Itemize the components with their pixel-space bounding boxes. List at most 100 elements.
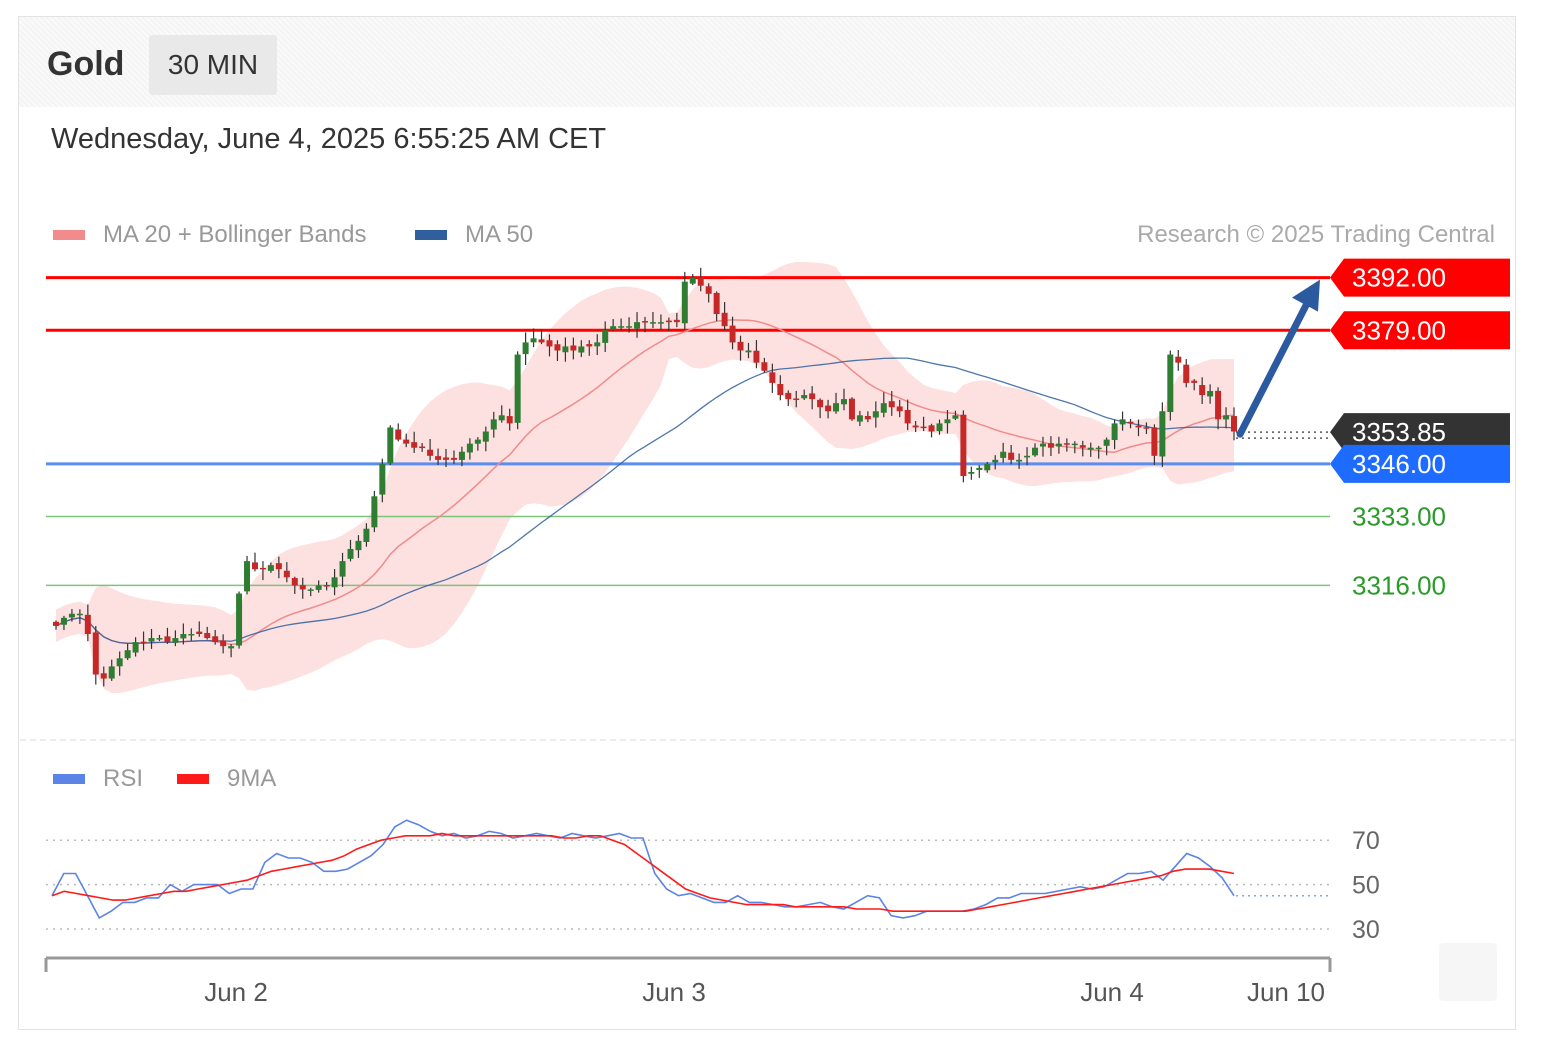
candle-body [76, 613, 83, 616]
candle-body [1231, 416, 1237, 432]
candle-body [450, 457, 457, 460]
candle-body [928, 425, 935, 432]
candle-body [642, 321, 648, 323]
candle-body [1199, 385, 1206, 396]
candle-body [1215, 390, 1222, 420]
candle-body [546, 340, 553, 347]
x-tick-label: Jun 3 [642, 977, 706, 1007]
candle-body [992, 459, 999, 463]
candle-body [347, 548, 354, 559]
candle-body [275, 563, 282, 570]
candle-body [84, 614, 91, 634]
candle-body [952, 415, 959, 419]
candle-body [1143, 427, 1150, 429]
candle-body [371, 496, 378, 528]
candle-body [506, 416, 513, 424]
candle-body [920, 426, 927, 429]
candle-body [140, 641, 147, 644]
rsi-tick-label: 70 [1352, 827, 1380, 855]
candle-body [912, 425, 919, 428]
candle-body [108, 666, 115, 679]
candle-body [538, 339, 545, 343]
candle-body [745, 350, 752, 353]
candle-body [1191, 380, 1198, 383]
candle-body [1159, 411, 1166, 457]
candle-body [267, 565, 274, 571]
rsi-series-RSI [51, 819, 1235, 920]
candle-body [626, 326, 633, 328]
candle-body [403, 439, 410, 444]
candle-body [490, 419, 497, 430]
candle-body [1207, 391, 1214, 397]
candle-body [840, 399, 847, 405]
candle-body [236, 593, 243, 646]
candle-body [379, 463, 386, 495]
candle-body [578, 346, 585, 353]
candle-body [705, 286, 712, 294]
candle-body [801, 395, 808, 399]
candle-body [124, 650, 131, 659]
candle-body [132, 642, 139, 653]
candle-body [944, 419, 951, 424]
candle-body [817, 399, 824, 408]
candle-body [228, 646, 235, 649]
candle-body [753, 350, 760, 363]
candle-body [1039, 443, 1046, 447]
rsi-tick-label: 50 [1352, 872, 1380, 900]
candle-body [1223, 415, 1230, 420]
candle-body [777, 384, 784, 396]
candle-body [148, 638, 155, 642]
candle-body [1063, 443, 1070, 445]
candle-body [443, 457, 450, 460]
candle-body [116, 658, 123, 667]
candle-body [474, 439, 481, 444]
candle-body [530, 338, 537, 343]
candle-body [936, 423, 943, 432]
candle-body [896, 406, 903, 412]
level-label-3392.00: 3392.00 [1352, 263, 1446, 293]
candle-body [586, 344, 593, 347]
candle-body [498, 415, 505, 421]
candle-body [100, 673, 107, 679]
candle-body [809, 393, 816, 400]
candle-body [665, 320, 672, 323]
candle-body [419, 446, 426, 449]
candle-body [888, 401, 895, 408]
candle-body [1103, 439, 1110, 446]
candle-body [761, 362, 768, 371]
candle-body [482, 431, 489, 442]
candle-body [1055, 443, 1062, 447]
candle-body [307, 589, 314, 591]
candle-body [618, 326, 625, 328]
candle-body [1119, 419, 1126, 425]
candle-body [53, 621, 59, 626]
candle-body [1095, 447, 1102, 450]
candle-body [251, 562, 258, 570]
price-chart: 3392.00 3379.00 3353.853346.00 3333.00 3316.… [20, 258, 1516, 1007]
candle-body [514, 354, 521, 423]
candle-body [825, 405, 832, 412]
candle-body [1135, 425, 1142, 428]
candle-body [92, 632, 99, 675]
level-label-3353.85: 3353.85 [1352, 417, 1446, 447]
candle-body [172, 638, 179, 643]
candle-body [960, 414, 967, 477]
candle-body [204, 632, 211, 639]
candle-body [68, 613, 75, 618]
candle-body [331, 577, 338, 588]
candle-body [60, 617, 67, 625]
candle-body [681, 281, 688, 324]
candle-body [1008, 452, 1015, 460]
candle-body [1167, 354, 1174, 413]
candle-body [458, 451, 465, 460]
candle-body [968, 472, 975, 474]
candle-body [785, 392, 792, 400]
candle-body [721, 312, 728, 327]
candle-body [387, 427, 394, 464]
candle-body [769, 372, 776, 383]
candle-body [872, 411, 879, 418]
rsi-series-9MA [51, 832, 1235, 912]
candle-body [435, 456, 442, 460]
candle-body [984, 463, 991, 471]
candle-body [212, 636, 219, 643]
